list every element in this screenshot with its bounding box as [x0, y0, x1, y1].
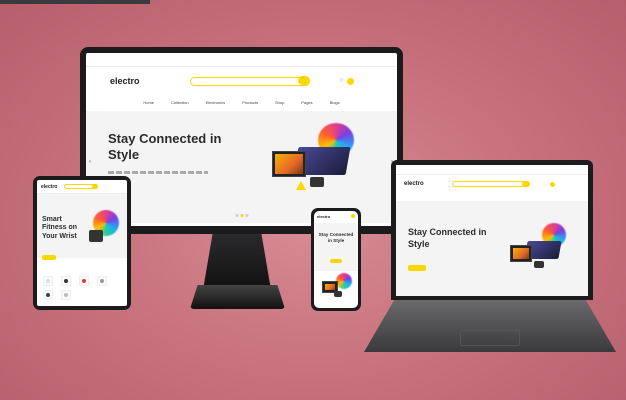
- brand-logo[interactable]: electro: [41, 184, 57, 190]
- product-thumb[interactable]: [43, 290, 53, 300]
- hero-title: Stay Connected in Style: [408, 227, 487, 249]
- tablet: electro Smart Fitness on Your Wrist: [33, 176, 131, 310]
- laptop: electro Stay Connected in Style: [391, 160, 593, 300]
- smartphone: electro Stay Connected in Style: [311, 208, 361, 311]
- search-input[interactable]: [451, 181, 530, 187]
- shop-now-button[interactable]: [42, 255, 56, 260]
- search-input[interactable]: [189, 76, 310, 86]
- laptop-header: electro: [396, 175, 588, 193]
- cart-icon[interactable]: [347, 77, 354, 85]
- hero-product-image: [85, 208, 125, 248]
- top-strip: [0, 0, 150, 4]
- hero-banner: Stay Connected in Style ‹ ›: [86, 111, 397, 223]
- search-button[interactable]: [297, 76, 310, 85]
- hero-product-image: [506, 223, 586, 283]
- carousel-dots[interactable]: [235, 214, 248, 217]
- nav-item[interactable]: Products: [242, 100, 258, 105]
- hero-product-image: [266, 119, 386, 209]
- hero-subtitle: [108, 171, 208, 174]
- hero-title: Smart Fitness on Your Wrist: [42, 216, 78, 240]
- laptop-nav: [396, 193, 588, 201]
- laptop-screen: electro Stay Connected in Style: [396, 165, 588, 296]
- hero-product-image: [320, 273, 354, 301]
- phone-hero: [314, 223, 358, 271]
- product-thumb[interactable]: [61, 276, 71, 286]
- monitor-stand: [203, 234, 271, 290]
- search-input[interactable]: [64, 184, 99, 189]
- product-thumb[interactable]: [97, 276, 107, 286]
- nav-item[interactable]: Electronics: [206, 100, 226, 105]
- nav-item[interactable]: Home: [143, 100, 154, 105]
- heart-icon[interactable]: ♡: [340, 78, 344, 84]
- tablet-screen: electro Smart Fitness on Your Wrist: [37, 180, 127, 306]
- nav-item[interactable]: Shop: [275, 100, 284, 105]
- nav-item[interactable]: Blogs: [330, 100, 340, 105]
- nav-item[interactable]: Collection: [171, 100, 189, 105]
- brand-logo[interactable]: electro: [317, 214, 330, 219]
- nav-item[interactable]: Pages: [301, 100, 312, 105]
- product-thumb[interactable]: [61, 290, 71, 300]
- monitor-screen: electro ♡ Home Collection Electronics Pr…: [86, 53, 397, 226]
- laptop-trackpad: [460, 330, 520, 346]
- search-button[interactable]: [521, 181, 530, 187]
- phone-screen: electro Stay Connected in Style: [314, 211, 358, 308]
- phone-header: electro: [314, 211, 358, 221]
- laptop-topbar: [396, 165, 588, 175]
- product-thumb[interactable]: [79, 276, 89, 286]
- arrow-left-icon[interactable]: ‹: [89, 159, 91, 165]
- monitor-topbar: [86, 53, 397, 67]
- cart-icon[interactable]: [351, 214, 355, 218]
- main-nav: Home Collection Electronics Products Sho…: [86, 95, 397, 109]
- brand-logo[interactable]: electro: [110, 76, 140, 86]
- monitor-base: [190, 285, 285, 309]
- product-thumb[interactable]: [43, 276, 53, 286]
- header-icons: ♡: [340, 77, 354, 85]
- monitor-header: electro ♡: [86, 67, 397, 95]
- hero-title: Stay Connected in Style: [318, 232, 354, 243]
- hero-title: Stay Connected in Style: [108, 131, 222, 163]
- shop-now-button[interactable]: [330, 259, 342, 263]
- search-button[interactable]: [92, 184, 99, 189]
- shop-now-button[interactable]: [408, 265, 426, 271]
- cart-icon[interactable]: [549, 181, 555, 187]
- tablet-header: electro: [37, 180, 127, 194]
- brand-logo[interactable]: electro: [404, 181, 424, 187]
